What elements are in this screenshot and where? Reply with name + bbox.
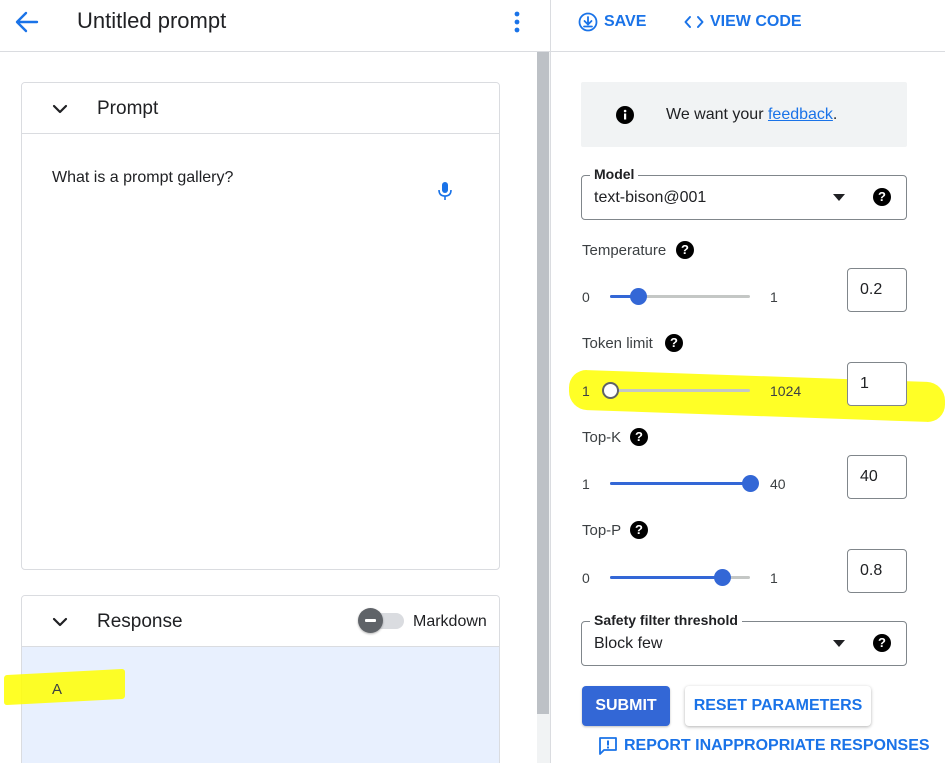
safety-filter-label: Safety filter threshold bbox=[590, 612, 742, 628]
model-value: text-bison@001 bbox=[594, 189, 707, 206]
feedback-prefix: We want your bbox=[666, 106, 768, 123]
token-limit-input[interactable]: 1 bbox=[847, 362, 907, 406]
top-k-max: 40 bbox=[770, 476, 786, 492]
help-icon[interactable]: ? bbox=[873, 188, 891, 206]
feedback-suffix: . bbox=[832, 106, 838, 123]
response-card-header: Response Markdown bbox=[22, 596, 499, 647]
token-limit-max: 1024 bbox=[770, 383, 802, 399]
mic-icon bbox=[438, 182, 452, 200]
help-icon[interactable]: ? bbox=[630, 521, 648, 539]
dropdown-arrow-icon bbox=[833, 194, 845, 201]
top-k-slider-fill bbox=[610, 482, 750, 485]
collapse-prompt-button[interactable] bbox=[50, 99, 70, 119]
voice-input-button[interactable] bbox=[437, 181, 453, 201]
top-p-min: 0 bbox=[582, 570, 590, 586]
temperature-label: Temperature bbox=[582, 242, 667, 259]
reset-parameters-button[interactable]: RESET PARAMETERS bbox=[685, 686, 871, 726]
temperature-input[interactable]: 0.2 bbox=[847, 268, 907, 312]
top-k-input[interactable]: 40 bbox=[847, 455, 907, 499]
help-icon[interactable]: ? bbox=[873, 634, 891, 652]
safety-filter-value: Block few bbox=[594, 635, 663, 652]
top-p-slider[interactable] bbox=[610, 569, 750, 586]
top-p-input[interactable]: 0.8 bbox=[847, 549, 907, 593]
parameters-pane: SAVE VIEW CODE We want your feedback. Mo… bbox=[550, 0, 945, 763]
model-label: Model bbox=[590, 166, 639, 182]
report-icon bbox=[598, 736, 618, 756]
response-output bbox=[22, 647, 499, 763]
feedback-link[interactable]: feedback bbox=[768, 106, 833, 123]
top-p-max: 1 bbox=[770, 570, 778, 586]
view-code-label: VIEW CODE bbox=[710, 13, 802, 30]
top-k-slider-thumb[interactable] bbox=[742, 475, 759, 492]
report-label: REPORT INAPPROPRIATE RESPONSES bbox=[624, 737, 930, 754]
chevron-down-icon bbox=[52, 104, 68, 114]
markdown-label: Markdown bbox=[413, 613, 487, 630]
report-inappropriate-responses-link[interactable]: REPORT INAPPROPRIATE RESPONSES bbox=[598, 735, 930, 757]
save-label: SAVE bbox=[604, 13, 647, 30]
highlight-mark bbox=[4, 668, 125, 706]
top-p-label: Top-P bbox=[582, 522, 622, 539]
top-k-slider[interactable] bbox=[610, 475, 759, 492]
actions-header: SAVE VIEW CODE bbox=[551, 0, 945, 52]
more-vert-icon bbox=[514, 11, 520, 33]
feedback-banner: We want your feedback. bbox=[581, 82, 907, 147]
prompt-card-header: Prompt bbox=[22, 83, 499, 134]
back-button[interactable] bbox=[12, 8, 42, 36]
token-limit-min: 1 bbox=[582, 383, 590, 399]
download-icon bbox=[578, 12, 598, 32]
feedback-text: We want your feedback. bbox=[666, 105, 837, 125]
scrollbar-thumb[interactable] bbox=[537, 52, 549, 714]
info-icon bbox=[616, 106, 634, 124]
submit-button[interactable]: SUBMIT bbox=[582, 686, 670, 726]
top-p-slider-fill bbox=[610, 576, 722, 579]
temperature-slider-thumb[interactable] bbox=[630, 288, 647, 305]
more-options-button[interactable] bbox=[508, 10, 526, 34]
markdown-toggle-knob[interactable] bbox=[358, 608, 383, 633]
top-k-label: Top-K bbox=[582, 429, 622, 446]
collapse-response-button[interactable] bbox=[50, 612, 70, 632]
prompt-card: Prompt What is a prompt gallery? bbox=[21, 82, 500, 570]
prompt-header: Untitled prompt bbox=[0, 0, 550, 52]
arrow-back-icon bbox=[15, 11, 39, 33]
top-p-slider-thumb[interactable] bbox=[714, 569, 731, 586]
temperature-slider[interactable] bbox=[610, 288, 750, 305]
safety-filter-select[interactable]: Safety filter threshold Block few ? bbox=[581, 612, 907, 666]
temperature-max: 1 bbox=[770, 289, 778, 305]
response-card-title: Response bbox=[97, 611, 183, 632]
code-icon bbox=[684, 14, 704, 30]
temperature-min: 0 bbox=[582, 289, 590, 305]
save-button[interactable]: SAVE bbox=[578, 11, 646, 33]
prompt-card-title: Prompt bbox=[97, 98, 159, 119]
token-limit-label: Token limit bbox=[582, 335, 653, 352]
top-k-min: 1 bbox=[582, 476, 590, 492]
model-select[interactable]: Model text-bison@001 ? bbox=[581, 166, 907, 220]
help-icon[interactable]: ? bbox=[630, 428, 648, 446]
prompt-title[interactable]: Untitled prompt bbox=[77, 8, 226, 34]
help-icon[interactable]: ? bbox=[676, 241, 694, 259]
token-limit-slider[interactable] bbox=[602, 382, 750, 399]
response-text: A bbox=[52, 681, 63, 698]
prompt-editor-pane: Untitled prompt Prompt What is a prompt … bbox=[0, 0, 550, 763]
view-code-button[interactable]: VIEW CODE bbox=[684, 11, 802, 33]
chevron-down-icon bbox=[52, 617, 68, 627]
help-icon[interactable]: ? bbox=[665, 334, 683, 352]
prompt-input[interactable]: What is a prompt gallery? bbox=[52, 168, 233, 188]
dropdown-arrow-icon bbox=[833, 640, 845, 647]
token-limit-slider-thumb[interactable] bbox=[602, 382, 619, 399]
